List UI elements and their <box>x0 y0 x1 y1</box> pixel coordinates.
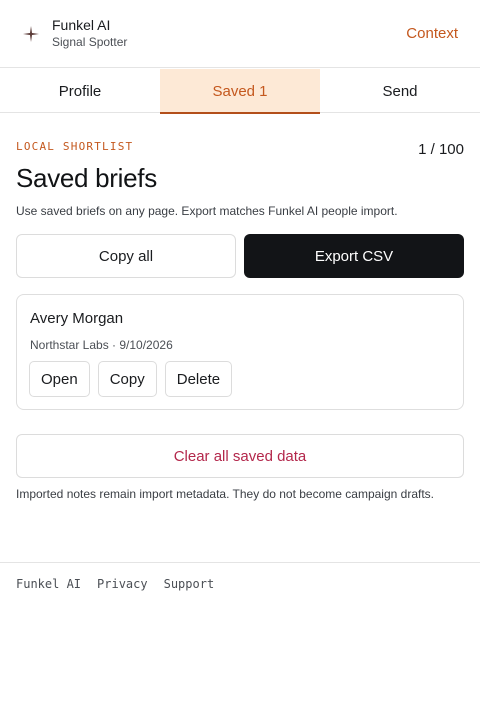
import-note: Imported notes remain import metadata. T… <box>16 487 434 501</box>
footer-divider <box>0 562 480 563</box>
open-button[interactable]: Open <box>29 361 90 397</box>
footer-link-privacy[interactable]: Privacy <box>97 577 148 591</box>
tab-profile[interactable]: Profile <box>0 69 160 113</box>
brief-name: Avery Morgan <box>30 310 124 327</box>
tab-send[interactable]: Send <box>320 69 480 113</box>
footer-link-support[interactable]: Support <box>164 577 215 591</box>
brief-meta: Northstar Labs · 9/10/2026 <box>30 338 173 352</box>
export-csv-button[interactable]: Export CSV <box>244 234 464 278</box>
header: Funkel AI Signal Spotter Context <box>0 0 480 68</box>
copy-all-button[interactable]: Copy all <box>16 234 236 278</box>
tab-saved[interactable]: Saved 1 <box>160 69 320 114</box>
copy-button[interactable]: Copy <box>97 361 157 397</box>
footer-links: Funkel AI Privacy Support <box>16 577 214 591</box>
clear-all-button[interactable]: Clear all saved data <box>16 434 464 478</box>
brief-actions: Open Copy Delete <box>29 361 233 397</box>
app-subtitle: Signal Spotter <box>52 35 128 49</box>
footer-link-funkel[interactable]: Funkel AI <box>16 577 81 591</box>
section-eyebrow: LOCAL SHORTLIST <box>16 140 134 153</box>
delete-button[interactable]: Delete <box>164 361 233 397</box>
tab-bar: Profile Saved 1 Send <box>0 69 480 114</box>
saved-brief-card: Avery Morgan Northstar Labs · 9/10/2026 … <box>16 294 464 410</box>
context-link[interactable]: Context <box>406 25 458 42</box>
page-description: Use saved briefs on any page. Export mat… <box>16 204 398 218</box>
sparkle-icon <box>23 26 39 42</box>
page-title: Saved briefs <box>16 163 157 193</box>
saved-counter: 1 / 100 <box>418 141 464 158</box>
app-title: Funkel AI <box>52 17 111 33</box>
